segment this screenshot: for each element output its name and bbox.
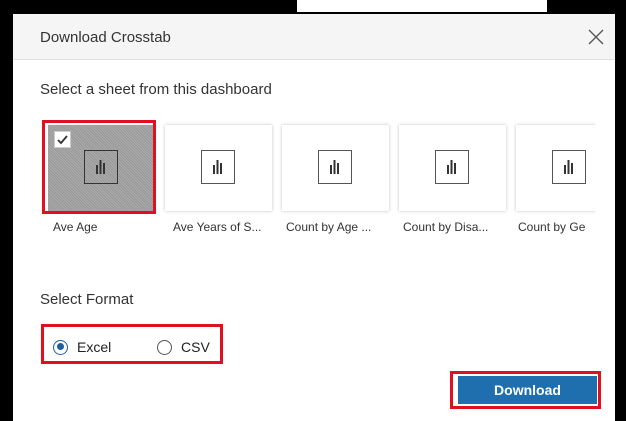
window-frame-right (615, 0, 626, 421)
bar-chart-icon (201, 150, 235, 184)
sheet-checkbox[interactable] (54, 131, 71, 148)
bar-chart-icon (435, 150, 469, 184)
close-button[interactable] (583, 24, 609, 50)
download-crosstab-dialog: Download Crosstab Select a sheet from th… (13, 14, 615, 421)
sheet-card-ave-age[interactable] (48, 125, 155, 211)
sheet-name: Ave Years of S... (173, 220, 262, 234)
radio-checked-icon[interactable] (53, 339, 68, 355)
window-frame-top (547, 0, 626, 14)
sheet-card-count-by-disability[interactable] (399, 125, 506, 211)
format-option-csv[interactable]: CSV (157, 337, 210, 357)
sheet-card-count-by-gender[interactable] (516, 125, 596, 211)
sheet-card-ave-years[interactable] (165, 125, 272, 211)
bar-chart-icon (552, 150, 586, 184)
dialog-title: Download Crosstab (40, 29, 171, 46)
bar-chart-icon (318, 150, 352, 184)
dialog-header: Download Crosstab (13, 14, 615, 60)
bar-chart-icon (84, 150, 118, 184)
close-icon (588, 29, 604, 45)
radio-unchecked-icon[interactable] (157, 339, 172, 355)
format-prompt: Select Format (40, 291, 134, 308)
sheet-name: Ave Age (53, 220, 98, 234)
sheet-name: Count by Disa... (403, 220, 489, 234)
sheet-prompt: Select a sheet from this dashboard (40, 81, 272, 98)
sheet-card-count-by-age[interactable] (282, 125, 389, 211)
download-button[interactable]: Download (458, 376, 597, 404)
sheet-name: Count by Age ... (286, 220, 372, 234)
checkmark-icon (57, 135, 68, 145)
sheet-name: Count by Ge (518, 220, 586, 234)
window-frame-notch (295, 0, 549, 14)
format-label: Excel (77, 339, 112, 355)
format-label: CSV (181, 339, 210, 355)
window-frame-top (0, 0, 297, 14)
window-frame-left (0, 0, 13, 421)
format-option-excel[interactable]: Excel (53, 337, 111, 357)
